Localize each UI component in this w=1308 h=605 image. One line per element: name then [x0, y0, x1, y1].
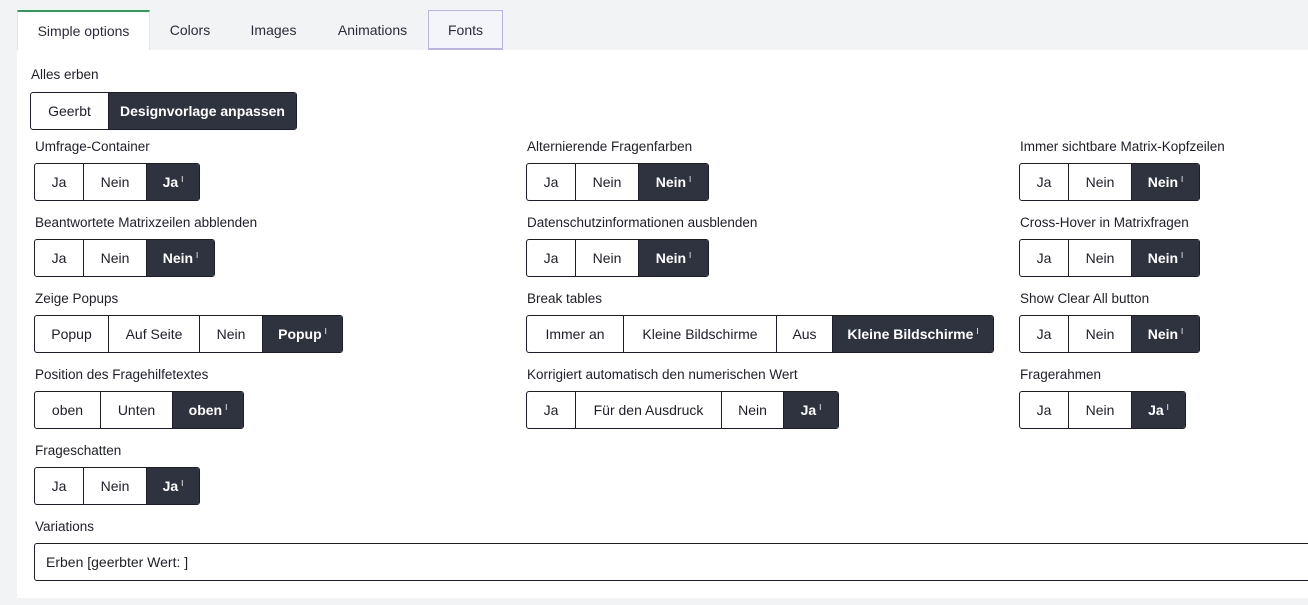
- tab-animations[interactable]: Animations: [317, 10, 428, 50]
- inherited-marker: I: [324, 326, 327, 336]
- container-group: Ja Nein Ja I: [34, 163, 200, 201]
- variations-label: Variations: [35, 519, 95, 534]
- privacy-option-no[interactable]: Nein: [575, 240, 638, 276]
- auto-correct-label: Korrigiert automatisch den numerischen W…: [527, 367, 798, 382]
- help-pos-option-top[interactable]: oben: [35, 392, 100, 428]
- break-tables-group: Immer an Kleine Bildschirme Aus Kleine B…: [526, 315, 994, 353]
- auto-correct-option-inherited[interactable]: Ja I: [783, 392, 838, 428]
- inherit-all-label: Alles erben: [31, 67, 99, 82]
- hide-answered-option-inherited[interactable]: Nein I: [146, 240, 214, 276]
- popups-label: Zeige Popups: [35, 291, 119, 306]
- cross-hover-option-yes[interactable]: Ja: [1020, 240, 1068, 276]
- privacy-label: Datenschutzinformationen ausblenden: [527, 215, 758, 230]
- inherited-marker: I: [819, 402, 822, 412]
- popups-option-on-page[interactable]: Auf Seite: [108, 316, 199, 352]
- hide-answered-group: Ja Nein Nein I: [34, 239, 215, 277]
- tab-colors[interactable]: Colors: [150, 10, 230, 50]
- frame-option-yes[interactable]: Ja: [1020, 392, 1068, 428]
- hide-answered-option-yes[interactable]: Ja: [35, 240, 83, 276]
- cross-hover-group: Ja Nein Nein I: [1019, 239, 1200, 277]
- break-tables-option-off[interactable]: Aus: [776, 316, 832, 352]
- matrix-header-option-yes[interactable]: Ja: [1020, 164, 1068, 200]
- auto-correct-option-yes[interactable]: Ja: [527, 392, 575, 428]
- auto-correct-option-expression[interactable]: Für den Ausdruck: [575, 392, 721, 428]
- container-option-no[interactable]: Nein: [83, 164, 146, 200]
- inherit-all-option-customize[interactable]: Designvorlage anpassen: [108, 93, 296, 129]
- privacy-option-yes[interactable]: Ja: [527, 240, 575, 276]
- help-pos-option-inherited[interactable]: oben I: [172, 392, 243, 428]
- shadow-option-no[interactable]: Nein: [83, 468, 146, 504]
- break-tables-option-inherited[interactable]: Kleine Bildschirme I: [832, 316, 993, 352]
- popups-option-no[interactable]: Nein: [199, 316, 262, 352]
- alt-colors-label: Alternierende Fragenfarben: [527, 139, 693, 154]
- inherited-marker: I: [689, 174, 692, 184]
- cross-hover-label: Cross-Hover in Matrixfragen: [1020, 215, 1189, 230]
- alt-colors-option-no[interactable]: Nein: [575, 164, 638, 200]
- inherited-marker: I: [181, 478, 184, 488]
- tab-bar: Simple options Colors Images Animations …: [17, 10, 1308, 50]
- inherited-marker: I: [181, 174, 184, 184]
- matrix-header-option-inherited[interactable]: Nein I: [1131, 164, 1199, 200]
- shadow-option-inherited[interactable]: Ja I: [146, 468, 199, 504]
- popups-option-inherited[interactable]: Popup I: [262, 316, 342, 352]
- container-option-inherited[interactable]: Ja I: [146, 164, 199, 200]
- inherited-marker: I: [689, 250, 692, 260]
- help-pos-label: Position des Fragehilfetextes: [35, 367, 209, 382]
- cross-hover-option-no[interactable]: Nein: [1068, 240, 1131, 276]
- inherited-marker: I: [976, 326, 979, 336]
- frame-option-inherited[interactable]: Ja I: [1131, 392, 1185, 428]
- inherited-marker: I: [196, 250, 199, 260]
- container-option-yes[interactable]: Ja: [35, 164, 83, 200]
- clear-all-group: Ja Nein Nein I: [1019, 315, 1200, 353]
- shadow-option-yes[interactable]: Ja: [35, 468, 83, 504]
- alt-colors-group: Ja Nein Nein I: [526, 163, 709, 201]
- inherited-marker: I: [1181, 174, 1184, 184]
- inherited-marker: I: [225, 402, 228, 412]
- matrix-header-label: Immer sichtbare Matrix-Kopfzeilen: [1020, 139, 1225, 154]
- variations-select[interactable]: Erben [geerbter Wert: ]: [34, 543, 1308, 581]
- privacy-option-inherited[interactable]: Nein I: [638, 240, 708, 276]
- container-label: Umfrage-Container: [35, 139, 150, 154]
- variations-value: Erben [geerbter Wert: ]: [46, 554, 189, 570]
- tab-fonts[interactable]: Fonts: [428, 10, 503, 50]
- tab-images[interactable]: Images: [230, 10, 317, 50]
- frame-group: Ja Nein Ja I: [1019, 391, 1186, 429]
- popups-group: Popup Auf Seite Nein Popup I: [34, 315, 343, 353]
- alt-colors-option-inherited[interactable]: Nein I: [638, 164, 708, 200]
- inherit-all-group: Geerbt Designvorlage anpassen: [30, 92, 297, 130]
- matrix-header-group: Ja Nein Nein I: [1019, 163, 1200, 201]
- hide-answered-option-no[interactable]: Nein: [83, 240, 146, 276]
- matrix-header-option-no[interactable]: Nein: [1068, 164, 1131, 200]
- break-tables-option-small-screens[interactable]: Kleine Bildschirme: [623, 316, 776, 352]
- shadow-label: Frageschatten: [35, 443, 122, 458]
- inherited-marker: I: [1166, 402, 1169, 412]
- inherited-marker: I: [1181, 250, 1184, 260]
- alt-colors-option-yes[interactable]: Ja: [527, 164, 575, 200]
- auto-correct-option-no[interactable]: Nein: [721, 392, 783, 428]
- options-panel: Alles erben Geerbt Designvorlage anpasse…: [17, 50, 1308, 598]
- inherited-marker: I: [1181, 326, 1184, 336]
- clear-all-label: Show Clear All button: [1020, 291, 1150, 306]
- frame-label: Fragerahmen: [1020, 367, 1102, 382]
- shadow-group: Ja Nein Ja I: [34, 467, 200, 505]
- cross-hover-option-inherited[interactable]: Nein I: [1131, 240, 1199, 276]
- clear-all-option-inherited[interactable]: Nein I: [1131, 316, 1199, 352]
- clear-all-option-yes[interactable]: Ja: [1020, 316, 1068, 352]
- clear-all-option-no[interactable]: Nein: [1068, 316, 1131, 352]
- help-pos-group: oben Unten oben I: [34, 391, 244, 429]
- break-tables-option-always[interactable]: Immer an: [527, 316, 623, 352]
- privacy-group: Ja Nein Nein I: [526, 239, 709, 277]
- hide-answered-label: Beantwortete Matrixzeilen abblenden: [35, 215, 258, 230]
- inherit-all-option-inherited[interactable]: Geerbt: [31, 93, 108, 129]
- auto-correct-group: Ja Für den Ausdruck Nein Ja I: [526, 391, 839, 429]
- tab-simple-options[interactable]: Simple options: [17, 10, 150, 50]
- help-pos-option-bottom[interactable]: Unten: [100, 392, 172, 428]
- frame-option-no[interactable]: Nein: [1068, 392, 1131, 428]
- popups-option-popup[interactable]: Popup: [35, 316, 108, 352]
- break-tables-label: Break tables: [527, 291, 603, 306]
